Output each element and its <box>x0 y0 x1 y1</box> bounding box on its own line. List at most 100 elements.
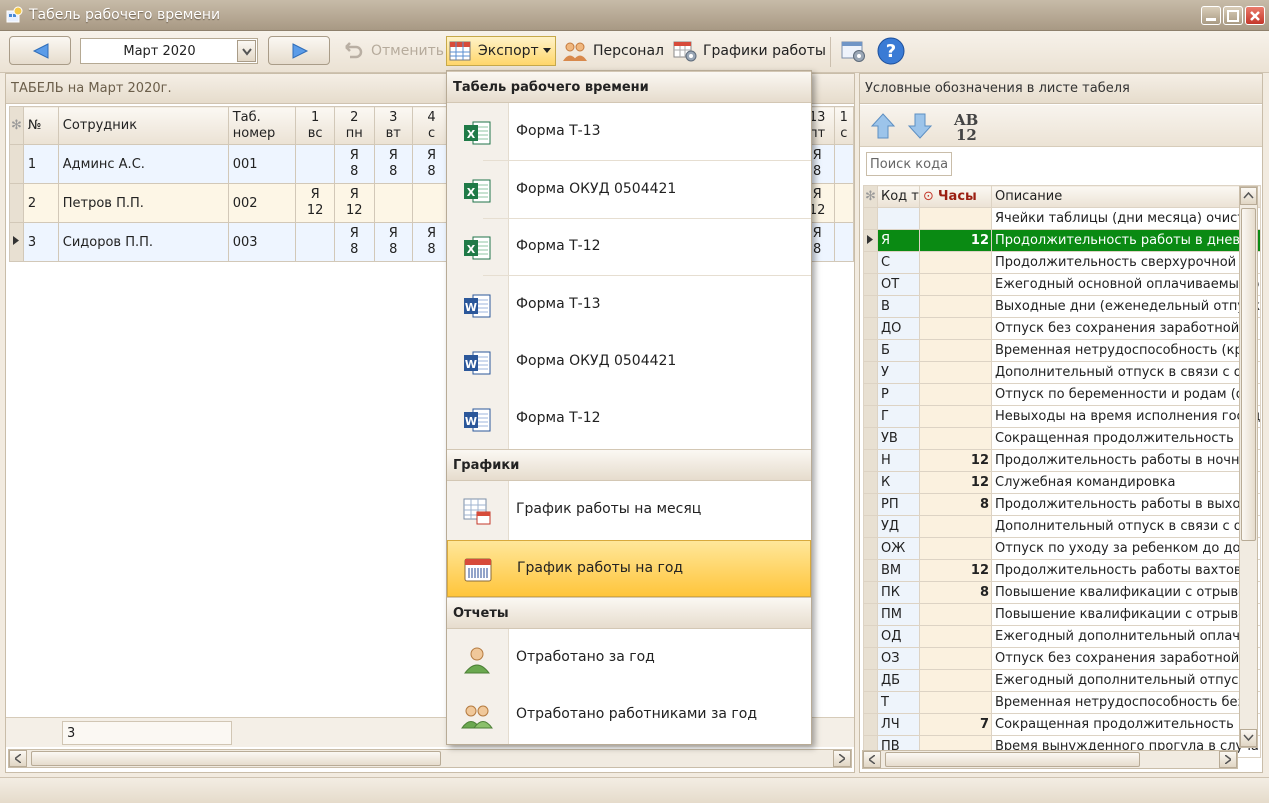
menu-item-schedule-month[interactable]: График работы на месяц <box>447 482 811 539</box>
cell-hours[interactable] <box>919 207 992 230</box>
minimize-button[interactable] <box>1201 6 1221 25</box>
row-indicator[interactable] <box>863 207 878 230</box>
menu-item-worked-year[interactable]: Отработано за год <box>447 630 811 687</box>
code-row[interactable]: ДО Отпуск без сохранения заработной п <box>863 317 1262 340</box>
row-indicator[interactable] <box>863 361 878 384</box>
next-month-button[interactable] <box>268 36 330 65</box>
cell-desc[interactable]: Сокращенная продолжительность ра <box>990 427 1262 450</box>
cell-hours[interactable] <box>919 273 992 296</box>
cell-hours[interactable]: 12 <box>919 229 992 252</box>
cell-code[interactable]: РП <box>877 493 920 516</box>
menu-item-word-okud[interactable]: W Форма ОКУД 0504421 <box>447 334 811 391</box>
month-select-arrow[interactable] <box>237 40 256 62</box>
schedules-button[interactable]: Графики работы <box>672 36 826 66</box>
cell-desc[interactable]: Дополнительный отпуск в связи с об <box>990 515 1262 538</box>
code-row[interactable]: К 12 Служебная командировка <box>863 471 1262 494</box>
cell-tab[interactable]: 001 <box>227 144 297 184</box>
menu-item-excel-t13[interactable]: X Форма Т-13 <box>447 104 811 161</box>
code-row[interactable]: ДБ Ежегодный дополнительный отпуск б <box>863 669 1262 692</box>
cell-code[interactable]: ВМ <box>877 559 920 582</box>
cell-hours[interactable] <box>919 383 992 406</box>
cell-num[interactable]: 2 <box>22 183 59 223</box>
cell-code[interactable]: В <box>877 295 920 318</box>
col-code[interactable]: Код т <box>877 185 920 208</box>
staff-button[interactable]: Персонал <box>562 36 664 66</box>
row-indicator[interactable] <box>863 273 878 296</box>
cell-hours[interactable]: 12 <box>919 471 992 494</box>
month-select[interactable]: Март 2020 <box>80 38 258 64</box>
codes-vscrollbar[interactable] <box>1239 186 1258 748</box>
cell-desc[interactable]: Продолжительность работы в ночно <box>990 449 1262 472</box>
code-row[interactable]: ПК 8 Повышение квалификации с отрывом <box>863 581 1262 604</box>
cell-desc[interactable]: Ячейки таблицы (дни месяца) очисти <box>990 207 1262 230</box>
cell-hours[interactable] <box>919 537 992 560</box>
row-indicator[interactable] <box>863 625 878 648</box>
row-indicator[interactable] <box>863 647 878 670</box>
undo-button[interactable]: Отменить <box>340 36 444 66</box>
cell-code[interactable]: Б <box>877 339 920 362</box>
move-down-icon[interactable] <box>907 112 933 140</box>
code-row[interactable]: В Выходные дни (еженедельный отпуск <box>863 295 1262 318</box>
row-indicator[interactable] <box>863 339 878 362</box>
code-row[interactable]: ПМ Повышение квалификации с отрывом <box>863 603 1262 626</box>
cell-day[interactable]: Я8 <box>373 222 413 262</box>
col-tab-number[interactable]: Таб. номер <box>227 106 297 145</box>
col-day[interactable]: 3 вт <box>373 106 413 145</box>
cell-code[interactable]: ОТ <box>877 273 920 296</box>
cell-hours[interactable] <box>919 647 992 670</box>
code-row[interactable]: Б Временная нетрудоспособность (кро <box>863 339 1262 362</box>
col-hours[interactable]: ⊙ Часы <box>919 185 992 208</box>
cell-day[interactable]: Я 12 <box>295 183 335 223</box>
row-indicator[interactable] <box>863 559 878 582</box>
code-row[interactable]: УВ Сокращенная продолжительность ра <box>863 427 1262 450</box>
cell-hours[interactable]: 12 <box>919 559 992 582</box>
cell-hours[interactable] <box>919 691 992 714</box>
cell-day[interactable] <box>295 144 335 184</box>
row-indicator[interactable] <box>863 471 878 494</box>
settings-button[interactable] <box>838 36 873 66</box>
cell-hours[interactable] <box>919 669 992 692</box>
col-day[interactable]: 2 пн <box>333 106 375 145</box>
row-indicator[interactable] <box>863 449 878 472</box>
move-up-icon[interactable] <box>870 112 896 140</box>
cell-code[interactable]: Н <box>877 449 920 472</box>
cell-day[interactable] <box>373 183 413 223</box>
scroll-left-button[interactable] <box>863 751 881 768</box>
export-button[interactable]: Экспорт <box>446 36 556 66</box>
scroll-down-button[interactable] <box>1240 729 1257 747</box>
code-row[interactable]: У Дополнительный отпуск в связи с об <box>863 361 1262 384</box>
cell-code[interactable]: Я <box>877 229 920 252</box>
cell-desc[interactable]: Продолжительность работы вахтово <box>990 559 1262 582</box>
scroll-up-button[interactable] <box>1240 187 1257 205</box>
cell-desc[interactable]: Выходные дни (еженедельный отпуск <box>990 295 1262 318</box>
row-indicator[interactable] <box>9 183 24 223</box>
cell-code[interactable]: Р <box>877 383 920 406</box>
cell-code[interactable]: К <box>877 471 920 494</box>
cell-hours[interactable] <box>919 427 992 450</box>
cell-hours[interactable] <box>919 251 992 274</box>
row-indicator[interactable] <box>863 669 878 692</box>
cell-code[interactable]: ДО <box>877 317 920 340</box>
scroll-thumb[interactable] <box>885 752 1140 767</box>
cell-hours[interactable] <box>919 317 992 340</box>
sort-ab12-icon[interactable]: AB 12 <box>952 109 986 143</box>
cell-desc[interactable]: Ежегодный дополнительный отпуск б <box>990 669 1262 692</box>
cell-hours[interactable]: 7 <box>919 713 992 736</box>
row-indicator[interactable] <box>863 383 878 406</box>
cell-desc[interactable]: Повышение квалификации с отрывом <box>990 581 1262 604</box>
code-search-input[interactable]: Поиск кода <box>866 152 952 176</box>
scroll-thumb[interactable] <box>31 751 441 766</box>
scroll-thumb[interactable] <box>1241 208 1256 541</box>
row-indicator[interactable] <box>863 713 878 736</box>
menu-item-word-t12[interactable]: W Форма Т-12 <box>447 391 811 448</box>
code-row[interactable]: Р Отпуск по беременности и родам (от <box>863 383 1262 406</box>
cell-day[interactable]: Я8 <box>333 144 375 184</box>
code-row[interactable]: Ячейки таблицы (дни месяца) очисти <box>863 207 1262 230</box>
cell-code[interactable]: ДБ <box>877 669 920 692</box>
cell-num[interactable]: 3 <box>22 222 59 262</box>
cell-desc[interactable]: Невыходы на время исполнения госуд <box>990 405 1262 428</box>
row-indicator[interactable] <box>863 229 878 252</box>
code-row[interactable]: УД Дополнительный отпуск в связи с об <box>863 515 1262 538</box>
menu-item-schedule-year[interactable]: График работы на год <box>447 540 811 597</box>
row-indicator[interactable] <box>863 295 878 318</box>
